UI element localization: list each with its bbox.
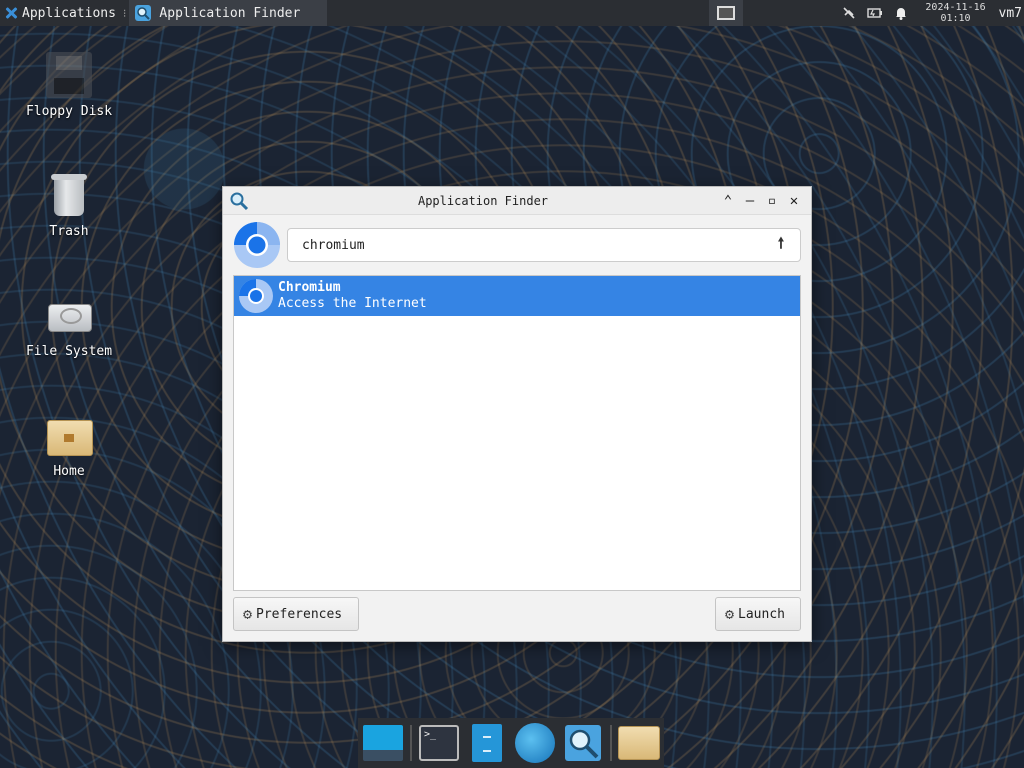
- panel-separator: ⁝: [122, 6, 127, 20]
- clock[interactable]: 2024-11-16 01:10: [921, 2, 991, 24]
- search-row: 🠕: [223, 215, 811, 275]
- xfce-logo-icon: [4, 6, 18, 20]
- desktop-icon-label: Trash: [49, 224, 89, 239]
- hard-drive-icon: [46, 292, 92, 338]
- dock-file-manager[interactable]: [466, 722, 508, 764]
- desktop-icon-trash[interactable]: Trash: [19, 172, 119, 239]
- window-titlebar[interactable]: Application Finder ⌃ – ▫ ✕: [223, 187, 811, 215]
- folder-icon: [618, 726, 660, 760]
- dock-app-finder[interactable]: [562, 722, 604, 764]
- search-input[interactable]: [302, 237, 772, 253]
- desktop-icon-file-system[interactable]: File System: [19, 292, 119, 359]
- dock-terminal[interactable]: >_: [418, 722, 460, 764]
- battery-icon[interactable]: [866, 5, 883, 21]
- application-finder-window: Application Finder ⌃ – ▫ ✕ 🠕 Ch: [222, 186, 812, 642]
- result-description: Access the Internet: [278, 296, 427, 311]
- file-manager-icon: [472, 724, 502, 762]
- dock-folder[interactable]: [618, 722, 660, 764]
- maximize-button[interactable]: ▫: [761, 190, 783, 212]
- clear-search-icon[interactable]: 🠕: [772, 234, 790, 254]
- list-item-chromium[interactable]: Chromium Access the Internet: [234, 276, 800, 316]
- launch-label: Launch: [738, 606, 785, 622]
- notification-bell-icon[interactable]: [893, 5, 909, 21]
- applications-menu-button[interactable]: Applications: [0, 0, 120, 26]
- desktop-icon-home[interactable]: Home: [19, 412, 119, 479]
- workspace-switcher[interactable]: [708, 0, 743, 26]
- desktop-icon-label: Floppy Disk: [25, 104, 113, 119]
- clock-time: 01:10: [940, 13, 971, 24]
- desktop-icon-label: Home: [53, 464, 85, 479]
- clock-date: 2024-11-16: [925, 2, 986, 13]
- window-title: Application Finder: [417, 193, 549, 208]
- bottom-dock: >_: [358, 718, 664, 768]
- trash-icon: [46, 172, 92, 218]
- home-folder-icon: [46, 412, 93, 458]
- search-field-container[interactable]: 🠕: [287, 228, 801, 262]
- preferences-button[interactable]: ⚙ Preferences: [233, 597, 359, 631]
- search-icon: [135, 5, 152, 21]
- user-label[interactable]: vm7: [999, 6, 1022, 21]
- results-list[interactable]: Chromium Access the Internet: [233, 275, 801, 591]
- search-icon: [230, 192, 249, 210]
- launch-button[interactable]: ⚙ Launch: [715, 597, 801, 631]
- preferences-label: Preferences: [256, 606, 343, 622]
- dock-separator: [410, 725, 412, 761]
- desktop-icon-label: File System: [25, 344, 113, 359]
- result-name: Chromium: [278, 280, 341, 295]
- dock-show-desktop[interactable]: [362, 722, 404, 764]
- top-panel: Applications ⁝ Application Finder 2024-1…: [0, 0, 1024, 26]
- collapse-button[interactable]: ⌃: [717, 190, 739, 212]
- taskbar-button-label: Application Finder: [159, 5, 301, 21]
- gear-icon: ⚙: [243, 605, 253, 623]
- dock-separator: [610, 725, 612, 761]
- chromium-icon: [234, 222, 280, 268]
- show-desktop-icon: [363, 725, 403, 761]
- dock-web-browser[interactable]: [514, 722, 556, 764]
- minimize-button[interactable]: –: [739, 190, 761, 212]
- chromium-icon: [239, 279, 273, 313]
- app-finder-icon: [565, 725, 601, 761]
- close-button[interactable]: ✕: [783, 190, 805, 212]
- web-browser-icon: [515, 723, 555, 763]
- terminal-icon: >_: [419, 725, 459, 761]
- result-text: Chromium Access the Internet: [278, 280, 427, 312]
- network-disconnected-icon[interactable]: [841, 5, 857, 21]
- system-tray: [841, 5, 909, 21]
- desktop-icon-floppy-disk[interactable]: Floppy Disk: [19, 52, 119, 119]
- floppy-disk-icon: [46, 52, 92, 98]
- applications-label: Applications: [22, 5, 116, 21]
- launch-gears-icon: ⚙: [725, 605, 735, 623]
- workspace-1[interactable]: [716, 6, 735, 20]
- taskbar-button-application-finder[interactable]: Application Finder: [129, 0, 328, 26]
